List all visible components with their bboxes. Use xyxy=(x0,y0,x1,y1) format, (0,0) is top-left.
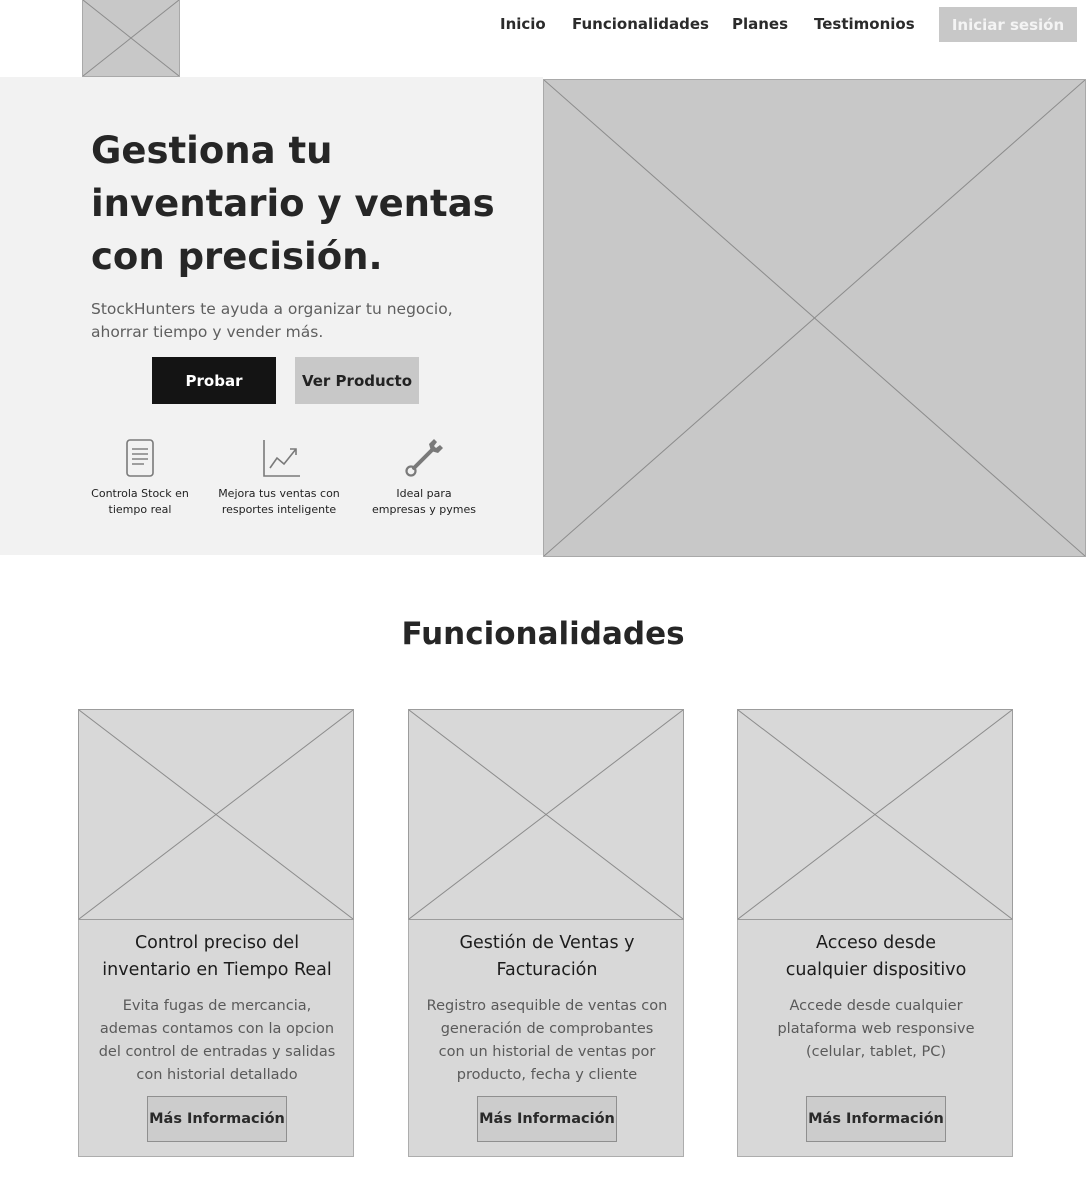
hero-subtitle-line: StockHunters te ayuda a organizar tu neg… xyxy=(91,300,453,318)
nav-link-testimonios[interactable]: Testimonios xyxy=(814,15,915,33)
card-title: Acceso desde cualquier dispositivo xyxy=(744,930,1008,984)
card-title-line: cualquier dispositivo xyxy=(785,960,967,980)
feature-label-line: Mejora tus ventas con xyxy=(218,487,340,500)
card-description: Registro asequible de ventas con generac… xyxy=(417,995,677,1087)
card-description-line: Accede desde cualquier xyxy=(789,998,963,1014)
nav-link-inicio[interactable]: Inicio xyxy=(500,15,546,33)
card-title-line: Control preciso del xyxy=(134,933,300,953)
card-description-line: producto, fecha y cliente xyxy=(456,1067,638,1083)
hero-image-placeholder xyxy=(543,79,1086,557)
feature-label-line: Controla Stock en xyxy=(91,487,189,500)
feature-label-stock: Controla Stock en tiempo real xyxy=(65,486,215,518)
chart-trend-icon xyxy=(262,438,302,478)
hero-title: Gestiona tu inventario y ventas con prec… xyxy=(91,124,511,283)
card-description: Accede desde cualquier plataforma web re… xyxy=(746,995,1006,1064)
image-placeholder-icon xyxy=(544,80,1085,556)
hero-title-line: Gestiona tu xyxy=(91,129,333,172)
more-info-button[interactable]: Más Información xyxy=(806,1096,946,1142)
feature-card: Gestión de Ventas y Facturación Registro… xyxy=(408,709,684,1157)
card-description: Evita fugas de mercancia, ademas contamo… xyxy=(87,995,347,1087)
more-info-button[interactable]: Más Información xyxy=(477,1096,617,1142)
card-title: Control preciso del inventario en Tiempo… xyxy=(85,930,349,984)
card-title-line: Acceso desde xyxy=(816,933,936,953)
image-placeholder-icon xyxy=(409,710,683,919)
feature-label-line: tiempo real xyxy=(108,503,172,516)
wrench-icon xyxy=(404,438,444,478)
section-title: Funcionalidades xyxy=(401,616,685,652)
card-image-placeholder xyxy=(78,709,354,920)
hero-title-line: inventario y ventas xyxy=(91,182,495,225)
hero-title-line: con precisión. xyxy=(91,235,383,278)
document-icon xyxy=(120,438,160,478)
feature-card: Control preciso del inventario en Tiempo… xyxy=(78,709,354,1157)
card-image-placeholder xyxy=(408,709,684,920)
more-info-button[interactable]: Más Información xyxy=(147,1096,287,1142)
login-button[interactable]: Iniciar sesión xyxy=(939,7,1077,42)
nav-link-planes[interactable]: Planes xyxy=(732,15,788,33)
feature-label-line: Ideal para xyxy=(396,487,452,500)
top-navigation: Inicio Funcionalidades Planes Testimonio… xyxy=(0,0,1086,50)
card-description-line: generación de comprobantes xyxy=(440,1021,654,1037)
feature-label-business: Ideal para empresas y pymes xyxy=(349,486,499,518)
hero-subtitle: StockHunters te ayuda a organizar tu neg… xyxy=(91,298,491,344)
view-product-button[interactable]: Ver Producto xyxy=(295,357,419,404)
card-description-line: Evita fugas de mercancia, xyxy=(122,998,312,1014)
card-image-placeholder xyxy=(737,709,1013,920)
card-title-line: Gestión de Ventas y xyxy=(459,933,635,953)
card-description-line: plataforma web responsive xyxy=(777,1021,975,1037)
try-button[interactable]: Probar xyxy=(152,357,276,404)
nav-link-funcionalidades[interactable]: Funcionalidades xyxy=(572,15,709,33)
hero-subtitle-line: ahorrar tiempo y vender más. xyxy=(91,323,324,341)
card-title: Gestión de Ventas y Facturación xyxy=(415,930,679,984)
card-title-line: Facturación xyxy=(496,960,598,980)
card-description-line: con un historial de ventas por xyxy=(438,1044,656,1060)
card-description-line: Registro asequible de ventas con xyxy=(426,998,668,1014)
card-description-line: con historial detallado xyxy=(136,1067,298,1083)
image-placeholder-icon xyxy=(738,710,1012,919)
feature-card: Acceso desde cualquier dispositivo Acced… xyxy=(737,709,1013,1157)
card-description-line: (celular, tablet, PC) xyxy=(805,1044,946,1060)
card-description-line: ademas contamos con la opcion xyxy=(99,1021,335,1037)
card-title-line: inventario en Tiempo Real xyxy=(102,960,332,980)
feature-label-line: resportes inteligente xyxy=(221,503,337,516)
feature-label-sales: Mejora tus ventas con resportes intelige… xyxy=(204,486,354,518)
feature-label-line: empresas y pymes xyxy=(372,503,476,516)
image-placeholder-icon xyxy=(79,710,353,919)
card-description-line: del control de entradas y salidas xyxy=(98,1044,336,1060)
